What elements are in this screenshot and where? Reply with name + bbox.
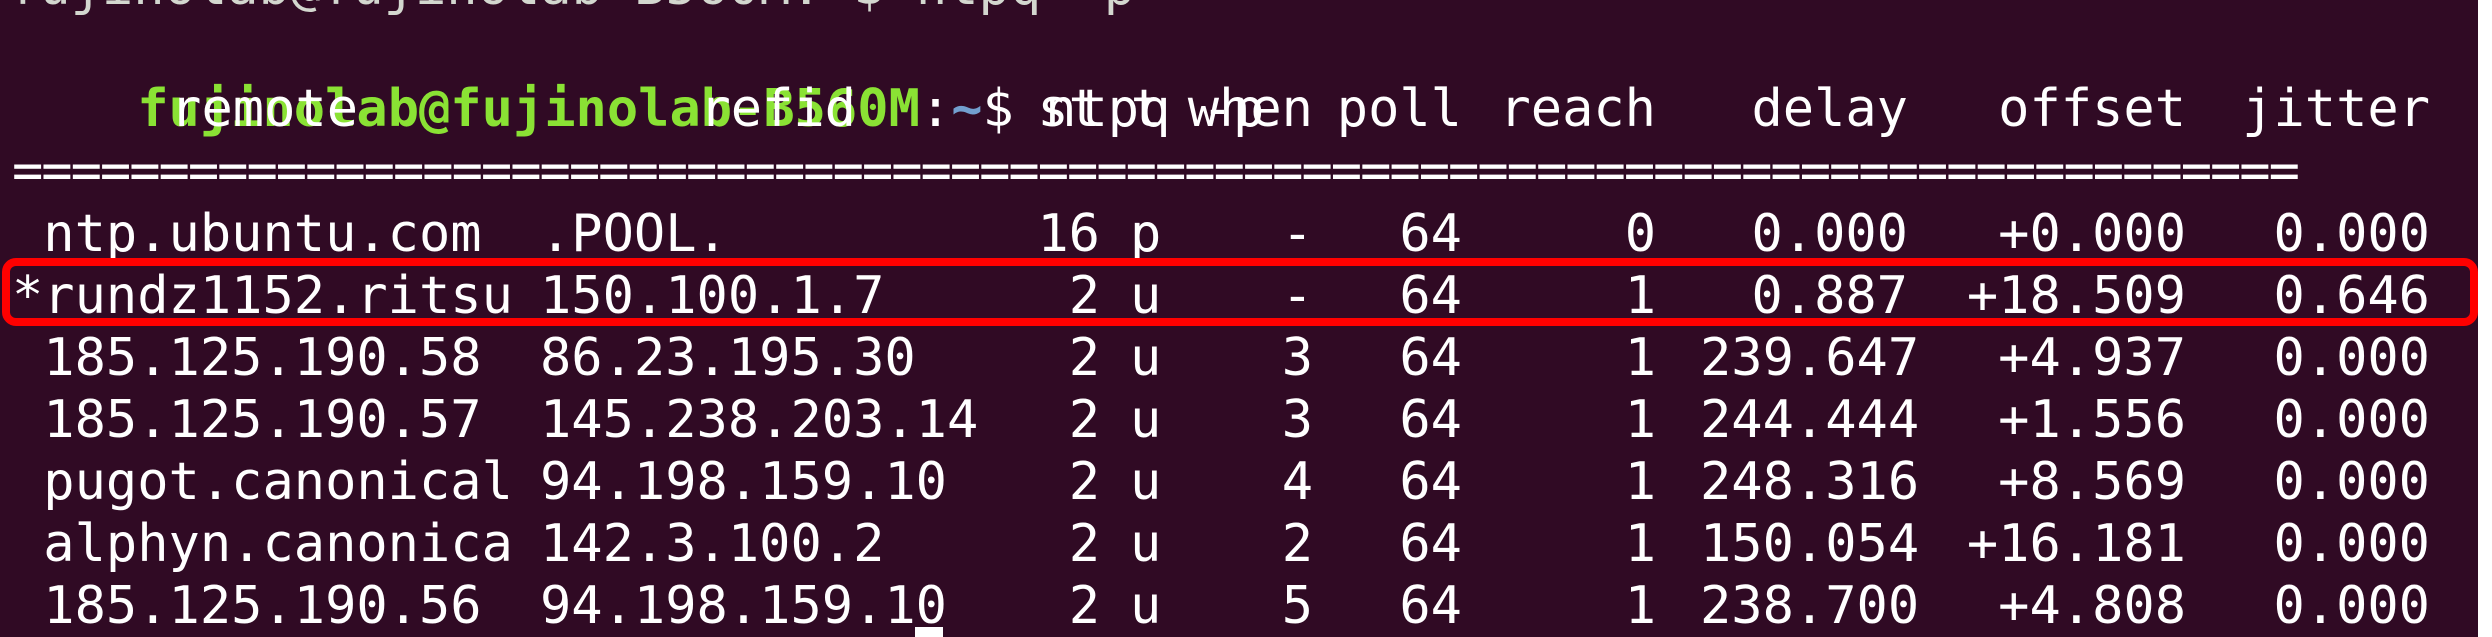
window-edge (2478, 0, 2492, 637)
column-header-st: st (1037, 79, 1100, 139)
cell-remote: 185.125.190.58 (12, 328, 482, 388)
column-header-reach: reach (1499, 79, 1656, 139)
cell-offset: +4.808 (1998, 576, 2186, 636)
cell-delay: 0.000 (1751, 204, 1908, 264)
column-header-jitter: jitter (2242, 79, 2430, 139)
table-row: pugot.canonical 94.198.159.10 2 u 4 64 1 248.31… (0, 451, 2478, 513)
cell-reach: 1 (1624, 328, 1656, 388)
cell-poll: 64 (1399, 514, 1462, 574)
cell-t: u (1130, 328, 1162, 388)
column-header-offset: offset (1998, 79, 2186, 139)
cell-when: 2 (1281, 514, 1313, 574)
table-row: 185.125.190.56 94.198.159.10 2 u 5 64 1 238.700… (0, 575, 2478, 637)
column-header-poll: poll (1336, 79, 1462, 139)
cell-delay: 244.444 (1700, 390, 1920, 450)
cell-st: 2 (1068, 328, 1100, 388)
header-separator: ========================================… (12, 141, 2300, 201)
cell-when: - (1281, 204, 1313, 264)
cell-st: 2 (1068, 390, 1100, 450)
cell-when: 3 (1281, 390, 1313, 450)
cell-when: 4 (1281, 452, 1313, 512)
cell-refid: 142.3.100.2 (540, 514, 885, 574)
cell-offset: +8.569 (1998, 452, 2186, 512)
cell-poll: 64 (1399, 390, 1462, 450)
cell-poll: 64 (1399, 576, 1462, 636)
table-row: 185.125.190.57 145.238.203.14 2 u 3 64 1 244.44… (0, 389, 2478, 451)
command-prompt-line: fujinolab@fujinolab-B560M:~$ ntpq -p (12, 16, 1264, 139)
cell-reach: 1 (1624, 514, 1656, 574)
cell-t: u (1130, 390, 1162, 450)
cell-refid: 145.238.203.14 (540, 390, 979, 450)
column-header-remote: remote (170, 79, 358, 139)
table-row: 185.125.190.58 86.23.195.30 2 u 3 64 1 239.647 +… (0, 327, 2478, 389)
cell-jitter: 0.000 (2273, 514, 2430, 574)
text-cursor (915, 627, 943, 637)
cell-reach: 1 (1624, 390, 1656, 450)
cell-refid: 94.198.159.10 (540, 452, 947, 512)
cell-remote: 185.125.190.57 (12, 390, 482, 450)
cell-delay: 238.700 (1700, 576, 1920, 636)
cell-remote: 185.125.190.56 (12, 576, 482, 636)
terminal-window[interactable]: fujinolab@fujinolab-B560M:~$ ntpq -p fuj… (0, 0, 2478, 637)
cell-remote: ntp.ubuntu.com (12, 204, 482, 264)
cell-offset: +1.556 (1998, 390, 2186, 450)
cell-jitter: 0.000 (2273, 576, 2430, 636)
cell-refid: 86.23.195.30 (540, 328, 916, 388)
table-header-row: remote refid st t when poll reach delay … (0, 78, 2478, 140)
cell-reach: 0 (1624, 204, 1656, 264)
cell-offset: +0.000 (1998, 204, 2186, 264)
cell-poll: 64 (1399, 452, 1462, 512)
cell-t: u (1130, 452, 1162, 512)
cell-jitter: 0.000 (2273, 390, 2430, 450)
cell-offset: +16.181 (1966, 514, 2186, 574)
cell-remote: pugot.canonical (12, 452, 513, 512)
cell-t: p (1130, 204, 1162, 264)
table-row: alphyn.canonica 142.3.100.2 2 u 2 64 1 150.054 +… (0, 513, 2478, 575)
table-row: ntp.ubuntu.com .POOL. 16 p - 64 0 0.000 +0.000 0.… (0, 203, 2478, 265)
selected-peer-highlight (2, 258, 2478, 326)
cell-offset: +4.937 (1998, 328, 2186, 388)
cell-jitter: 0.000 (2273, 328, 2430, 388)
cell-when: 5 (1281, 576, 1313, 636)
cell-t: u (1130, 576, 1162, 636)
cell-st: 2 (1068, 576, 1100, 636)
cell-remote: alphyn.canonica (12, 514, 513, 574)
cell-reach: 1 (1624, 452, 1656, 512)
cell-st: 2 (1068, 514, 1100, 574)
cell-delay: 150.054 (1700, 514, 1920, 574)
cell-poll: 64 (1399, 204, 1462, 264)
cell-jitter: 0.000 (2273, 204, 2430, 264)
cell-delay: 248.316 (1700, 452, 1920, 512)
column-header-delay: delay (1751, 79, 1908, 139)
cell-st: 16 (1037, 204, 1100, 264)
column-header-when: when (1187, 79, 1313, 139)
column-header-refid: refid (699, 79, 856, 139)
cell-refid: .POOL. (540, 204, 728, 264)
cell-reach: 1 (1624, 576, 1656, 636)
column-header-t: t (1130, 79, 1162, 139)
cell-poll: 64 (1399, 328, 1462, 388)
cell-st: 2 (1068, 452, 1100, 512)
cell-jitter: 0.000 (2273, 452, 2430, 512)
cell-t: u (1130, 514, 1162, 574)
cell-delay: 239.647 (1700, 328, 1920, 388)
cell-when: 3 (1281, 328, 1313, 388)
